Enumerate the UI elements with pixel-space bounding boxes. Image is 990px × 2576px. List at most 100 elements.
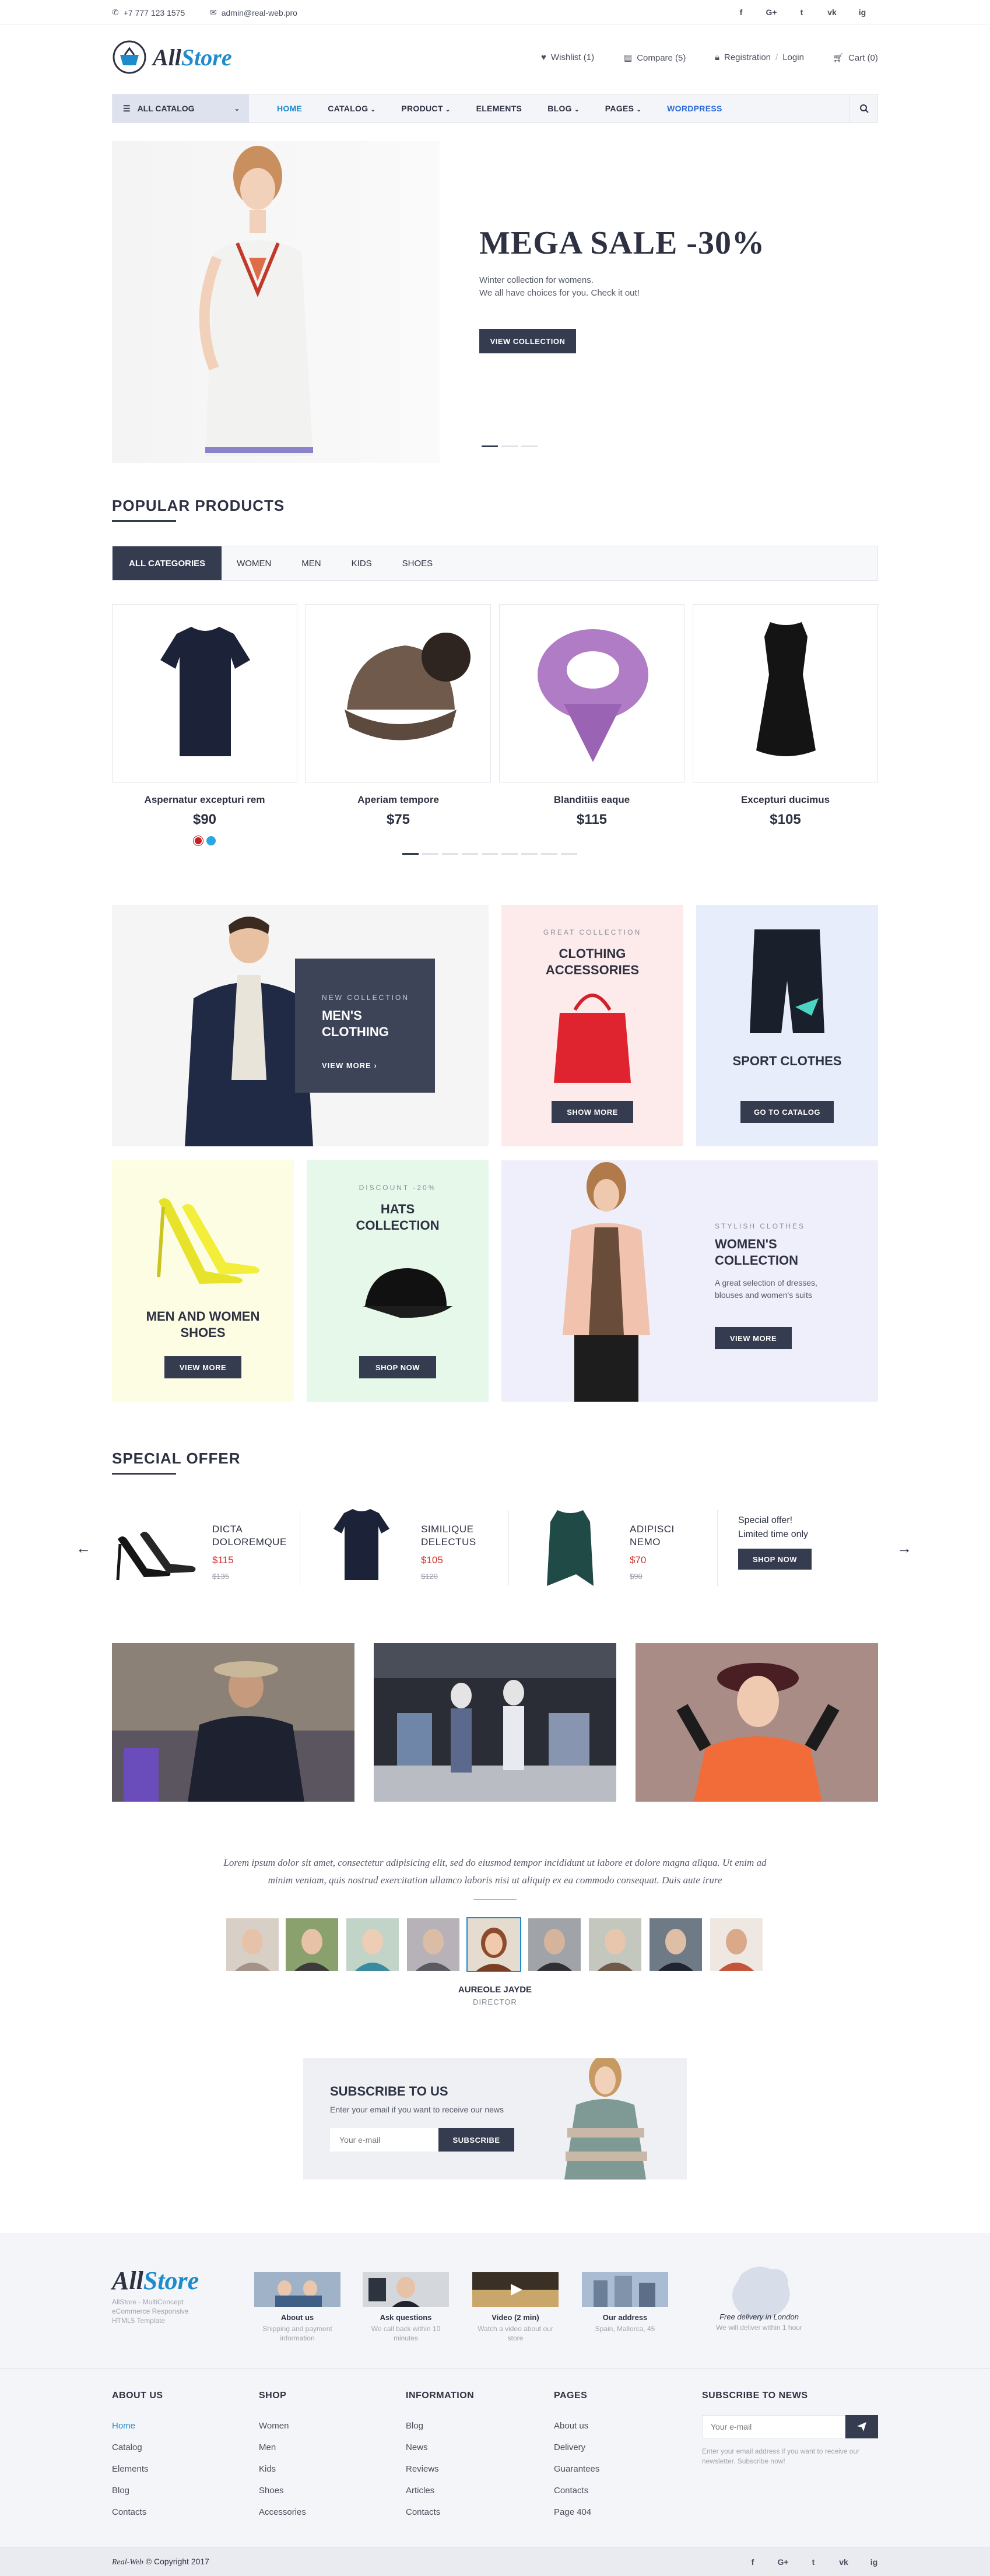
mens-clothing-banner[interactable]: NEW COLLECTION MEN'S CLOTHING VIEW MORE … bbox=[112, 905, 489, 1146]
footer-link[interactable]: Home bbox=[112, 2415, 163, 2437]
shoes-view-more-button[interactable]: VIEW MORE bbox=[164, 1356, 241, 1378]
login-link[interactable]: Login bbox=[782, 52, 804, 62]
email-contact[interactable]: ✉ admin@real-web.pro bbox=[210, 8, 297, 17]
all-catalog-button[interactable]: ☰ ALL CATALOG ⌄ bbox=[113, 94, 249, 122]
testimonial-avatar[interactable] bbox=[528, 1918, 581, 1971]
slide-dot[interactable] bbox=[402, 853, 419, 855]
accessories-banner[interactable]: GREAT COLLECTION CLOTHING ACCESSORIES SH… bbox=[501, 905, 683, 1146]
footer-link[interactable]: Delivery bbox=[554, 2437, 599, 2458]
special-item[interactable]: DICTA DOLOREMQUE $115 $135 bbox=[112, 1498, 299, 1592]
newsletter-send-button[interactable] bbox=[845, 2415, 878, 2438]
product-name[interactable]: Aspernatur excepturi rem bbox=[112, 794, 297, 806]
footer-link[interactable]: Reviews bbox=[406, 2458, 474, 2480]
view-collection-button[interactable]: VIEW COLLECTION bbox=[479, 329, 576, 353]
footer-video-box[interactable]: Video (2 min) Watch a video about our st… bbox=[472, 2272, 559, 2343]
tab-women[interactable]: WOMEN bbox=[222, 546, 286, 580]
slide-dot[interactable] bbox=[521, 445, 538, 447]
nav-blog[interactable]: BLOG ⌄ bbox=[547, 104, 580, 113]
nav-product[interactable]: PRODUCT ⌄ bbox=[401, 104, 450, 113]
footer-link[interactable]: Shoes bbox=[259, 2480, 306, 2501]
product-card[interactable] bbox=[306, 604, 491, 782]
womens-collection-banner[interactable]: STYLISH CLOTHES WOMEN'S COLLECTION A gre… bbox=[501, 1160, 878, 1402]
special-item[interactable]: SIMILIQUE DELECTUS $105 $120 bbox=[321, 1498, 507, 1592]
product-card[interactable] bbox=[693, 604, 878, 782]
tab-kids[interactable]: KIDS bbox=[336, 546, 387, 580]
twitter-icon[interactable]: t bbox=[795, 6, 808, 19]
product-name[interactable]: Blanditiis eaque bbox=[499, 794, 684, 806]
product-card[interactable] bbox=[112, 604, 297, 782]
tab-all-categories[interactable]: ALL CATEGORIES bbox=[113, 546, 222, 580]
footer-about-box[interactable]: About us Shipping and payment informatio… bbox=[254, 2272, 340, 2343]
slide-dot[interactable] bbox=[482, 445, 498, 447]
arrow-right-icon[interactable]: → bbox=[897, 1539, 912, 1557]
testimonial-avatar[interactable] bbox=[226, 1918, 279, 1971]
slide-dot[interactable] bbox=[501, 853, 518, 855]
cart-link[interactable]: 🛒︎ Cart (0) bbox=[833, 52, 878, 64]
google-plus-icon[interactable]: G+ bbox=[777, 2556, 789, 2568]
product-name[interactable]: Aperiam tempore bbox=[306, 794, 491, 806]
footer-link[interactable]: News bbox=[406, 2437, 474, 2458]
footer-link[interactable]: Page 404 bbox=[554, 2501, 599, 2523]
gallery-image-store[interactable] bbox=[374, 1643, 616, 1802]
gallery-image-woman-hat[interactable] bbox=[636, 1643, 878, 1802]
footer-link[interactable]: Blog bbox=[406, 2415, 474, 2437]
instagram-icon[interactable]: ig bbox=[868, 2556, 880, 2568]
vk-icon[interactable]: vk bbox=[826, 6, 838, 19]
vk-icon[interactable]: vk bbox=[837, 2556, 850, 2568]
footer-link[interactable]: Contacts bbox=[554, 2480, 599, 2501]
footer-link[interactable]: About us bbox=[554, 2415, 599, 2437]
slide-dot[interactable] bbox=[422, 853, 438, 855]
subscribe-button[interactable]: SUBSCRIBE bbox=[438, 2128, 514, 2152]
facebook-icon[interactable]: f bbox=[735, 6, 747, 19]
instagram-icon[interactable]: ig bbox=[856, 6, 869, 19]
testimonial-avatar-active[interactable] bbox=[466, 1917, 521, 1972]
slide-dot[interactable] bbox=[482, 853, 498, 855]
color-swatch-blue[interactable] bbox=[206, 836, 216, 845]
special-shop-now-button[interactable]: SHOP NOW bbox=[738, 1549, 812, 1570]
nav-elements[interactable]: ELEMENTS bbox=[476, 104, 522, 113]
footer-link[interactable]: Catalog bbox=[112, 2437, 163, 2458]
testimonial-avatar[interactable] bbox=[346, 1918, 399, 1971]
testimonial-avatar[interactable] bbox=[710, 1918, 763, 1971]
slide-dot[interactable] bbox=[521, 853, 538, 855]
mens-view-more[interactable]: VIEW MORE › bbox=[322, 1061, 377, 1070]
hats-banner[interactable]: DISCOUNT -20% HATS COLLECTION SHOP NOW bbox=[307, 1160, 489, 1402]
go-to-catalog-button[interactable]: GO TO CATALOG bbox=[740, 1101, 834, 1123]
footer-link[interactable]: Accessories bbox=[259, 2501, 306, 2523]
hats-shop-now-button[interactable]: SHOP NOW bbox=[359, 1356, 436, 1378]
newsletter-email-input[interactable] bbox=[702, 2415, 845, 2438]
footer-link[interactable]: Contacts bbox=[406, 2501, 474, 2523]
twitter-icon[interactable]: t bbox=[807, 2556, 820, 2568]
shoes-banner[interactable]: MEN AND WOMEN SHOES VIEW MORE bbox=[112, 1160, 294, 1402]
footer-address-box[interactable]: Our address Spain, Mallorca, 45 bbox=[582, 2272, 668, 2333]
women-view-more-button[interactable]: VIEW MORE bbox=[715, 1327, 792, 1349]
slide-dot[interactable] bbox=[501, 445, 518, 447]
slide-dot[interactable] bbox=[561, 853, 577, 855]
wishlist-link[interactable]: ♥ Wishlist (1) bbox=[541, 52, 594, 62]
arrow-left-icon[interactable]: ← bbox=[76, 1539, 91, 1557]
footer-link[interactable]: Articles bbox=[406, 2480, 474, 2501]
footer-link[interactable]: Women bbox=[259, 2415, 306, 2437]
testimonial-avatar[interactable] bbox=[407, 1918, 459, 1971]
gallery-image-man-hat[interactable] bbox=[112, 1643, 354, 1802]
slide-dot[interactable] bbox=[462, 853, 478, 855]
footer-link[interactable]: Guarantees bbox=[554, 2458, 599, 2480]
phone-contact[interactable]: ✆ +7 777 123 1575 bbox=[112, 8, 185, 17]
slide-dot[interactable] bbox=[541, 853, 557, 855]
footer-link[interactable]: Kids bbox=[259, 2458, 306, 2480]
search-button[interactable] bbox=[849, 94, 877, 122]
slide-dot[interactable] bbox=[442, 853, 458, 855]
footer-link[interactable]: Men bbox=[259, 2437, 306, 2458]
product-name[interactable]: Excepturi ducimus bbox=[693, 794, 878, 806]
footer-link[interactable]: Elements bbox=[112, 2458, 163, 2480]
facebook-icon[interactable]: f bbox=[746, 2556, 759, 2568]
special-item[interactable]: ADIPISCI NEMO $70 $90 bbox=[529, 1498, 716, 1592]
footer-questions-box[interactable]: Ask questions We call back within 10 min… bbox=[363, 2272, 449, 2343]
color-swatch-red[interactable] bbox=[194, 836, 203, 845]
compare-link[interactable]: ▤ Compare (5) bbox=[624, 52, 686, 64]
footer-link[interactable]: Contacts bbox=[112, 2501, 163, 2523]
google-plus-icon[interactable]: G+ bbox=[765, 6, 778, 19]
nav-pages[interactable]: PAGES ⌄ bbox=[605, 104, 641, 113]
tab-men[interactable]: MEN bbox=[286, 546, 336, 580]
testimonial-avatar[interactable] bbox=[589, 1918, 641, 1971]
